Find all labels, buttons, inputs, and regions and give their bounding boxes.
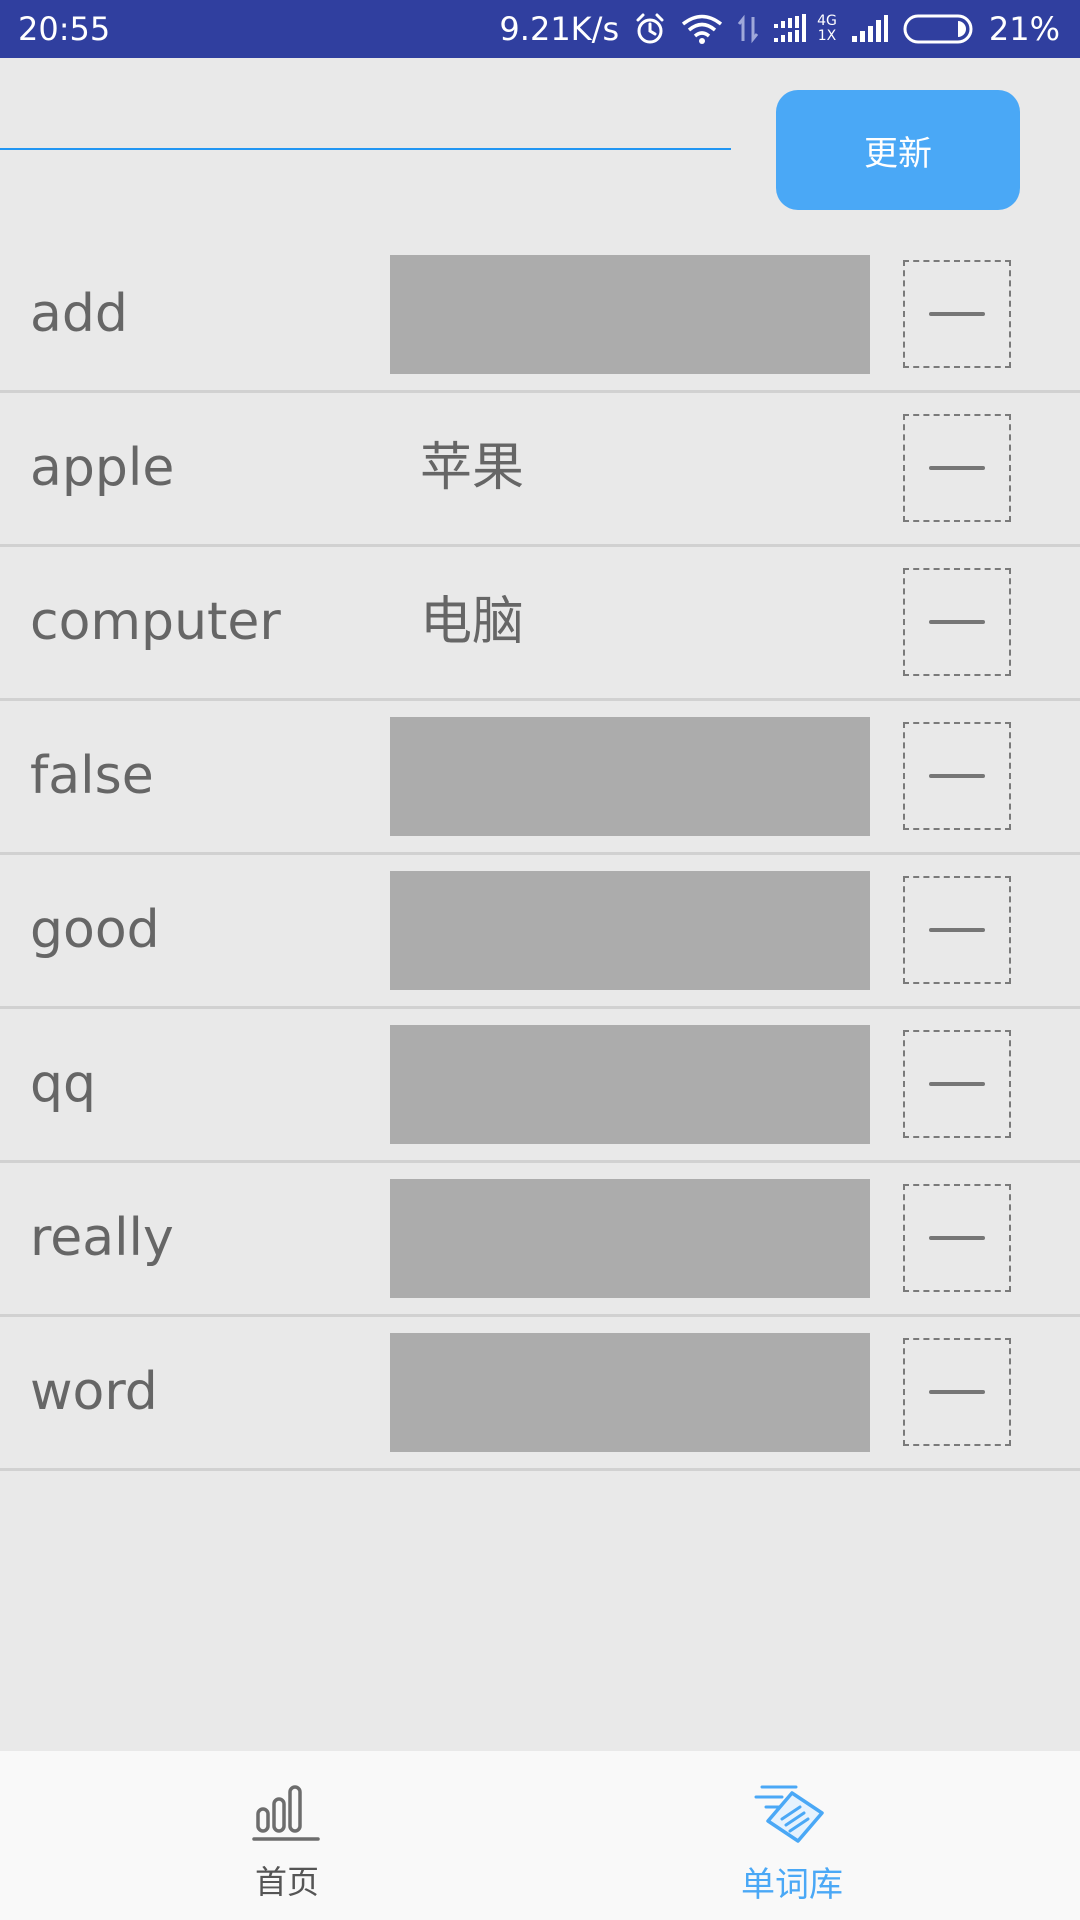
minus-icon — [929, 774, 985, 778]
word-row: good — [0, 855, 1080, 1009]
remove-word-button[interactable] — [903, 414, 1011, 522]
bar-chart-icon — [252, 1779, 322, 1847]
signal-icon-sim1 — [773, 14, 811, 44]
battery-percent: 21% — [988, 10, 1060, 48]
status-time: 20:55 — [18, 10, 111, 48]
word-input[interactable] — [0, 148, 731, 150]
word-english: computer — [30, 592, 281, 652]
remove-word-button[interactable] — [903, 1184, 1011, 1292]
hidden-translation-box[interactable] — [390, 1333, 870, 1452]
word-list: add apple 苹果 computer 电脑 false good qq really wor… — [0, 239, 1080, 1471]
minus-icon — [929, 620, 985, 624]
word-row: apple 苹果 — [0, 393, 1080, 547]
nav-item-home[interactable]: 首页 — [137, 1751, 437, 1920]
word-translation: 苹果 — [420, 438, 525, 498]
hidden-translation-box[interactable] — [390, 717, 870, 836]
network-generation: 4G 1X — [817, 14, 837, 44]
net-speed: 9.21K/s — [499, 10, 620, 48]
update-button[interactable]: 更新 — [776, 90, 1020, 210]
remove-word-button[interactable] — [903, 260, 1011, 368]
word-row: computer 电脑 — [0, 547, 1080, 701]
minus-icon — [929, 1082, 985, 1086]
minus-icon — [929, 1236, 985, 1240]
net-gen-top: 4G — [817, 13, 837, 29]
hidden-translation-box[interactable] — [390, 255, 870, 374]
minus-icon — [929, 928, 985, 932]
remove-word-button[interactable] — [903, 1338, 1011, 1446]
word-row: add — [0, 239, 1080, 393]
status-right: 9.21K/s 4G 1X 21% — [499, 0, 1060, 58]
nav-label-home: 首页 — [254, 1863, 319, 1901]
word-english: good — [30, 900, 160, 960]
word-row: false — [0, 701, 1080, 855]
word-english: apple — [30, 438, 175, 498]
remove-word-button[interactable] — [903, 876, 1011, 984]
bottom-nav: 首页 单词库 — [0, 1751, 1080, 1920]
word-english: false — [30, 746, 154, 806]
battery-icon — [903, 13, 975, 45]
wifi-icon — [681, 13, 723, 45]
word-row: qq — [0, 1009, 1080, 1163]
word-english: really — [30, 1208, 174, 1268]
nav-label-word-library: 单词库 — [741, 1865, 843, 1905]
remove-word-button[interactable] — [903, 1030, 1011, 1138]
minus-icon — [929, 312, 985, 316]
minus-icon — [929, 466, 985, 470]
remove-word-button[interactable] — [903, 568, 1011, 676]
data-transfer-icon — [737, 13, 759, 45]
word-english: add — [30, 284, 128, 344]
word-book-icon — [752, 1779, 832, 1853]
signal-icon-sim2 — [851, 14, 889, 44]
alarm-icon — [633, 12, 667, 46]
word-english: word — [30, 1362, 158, 1422]
word-translation: 电脑 — [420, 592, 525, 652]
word-row: word — [0, 1317, 1080, 1471]
word-english: qq — [30, 1054, 97, 1114]
hidden-translation-box[interactable] — [390, 871, 870, 990]
nav-item-word-library[interactable]: 单词库 — [642, 1751, 942, 1920]
remove-word-button[interactable] — [903, 722, 1011, 830]
app-screen: 20:55 9.21K/s 4G 1X 21% 更新 add apple 苹果 … — [0, 0, 1080, 1920]
status-bar: 20:55 9.21K/s 4G 1X 21% — [0, 0, 1080, 58]
word-row: really — [0, 1163, 1080, 1317]
hidden-translation-box[interactable] — [390, 1179, 870, 1298]
minus-icon — [929, 1390, 985, 1394]
hidden-translation-box[interactable] — [390, 1025, 870, 1144]
net-gen-bottom: 1X — [817, 28, 837, 44]
